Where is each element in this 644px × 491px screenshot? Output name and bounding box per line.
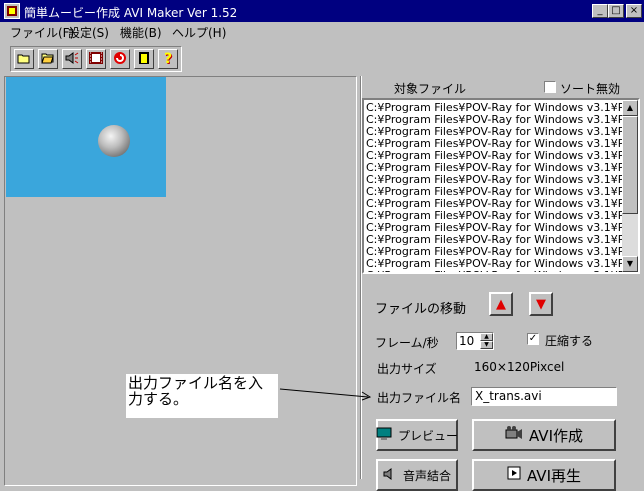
avi-create-button-label: AVI作成 (529, 426, 583, 445)
open-folder-icon (17, 52, 31, 67)
fps-decrement-button[interactable]: ▼ (480, 341, 493, 349)
refresh-icon (113, 51, 127, 68)
menu-settings[interactable]: 設定(S) (68, 24, 109, 41)
exit-button[interactable] (134, 49, 154, 69)
toolbar: ? (10, 46, 182, 72)
fps-increment-button[interactable]: ▲ (480, 333, 493, 341)
play-icon (507, 466, 521, 484)
title-bar[interactable]: 簡単ムービー作成 AVI Maker Ver 1.52 _ □ × (0, 0, 644, 22)
audio-icon (383, 467, 397, 483)
fps-value: 10 (459, 334, 475, 348)
minimize-button[interactable]: _ (592, 4, 608, 18)
move-up-button[interactable]: ▲ (489, 292, 513, 316)
scroll-down-button[interactable]: ▼ (622, 256, 638, 272)
compress-label: 圧縮する (545, 334, 594, 348)
preview-canvas (6, 77, 166, 197)
file-move-label: ファイルの移動 (375, 302, 467, 317)
sound-button[interactable] (62, 49, 82, 69)
scroll-up-button[interactable]: ▲ (622, 100, 638, 116)
file-list-item[interactable]: C:¥Program Files¥POV-Ray for Windows v3.… (366, 270, 637, 273)
open-folder-button[interactable] (14, 49, 34, 69)
film-button[interactable] (86, 49, 106, 69)
menu-file[interactable]: ファイル(F) (10, 24, 74, 41)
output-name-label: 出力ファイル名 (377, 391, 462, 405)
open-multiple-button[interactable] (38, 49, 58, 69)
avi-create-button[interactable]: AVI作成 (472, 419, 616, 451)
menu-bar: ファイル(F) 設定(S) 機能(B) ヘルプ(H) (0, 22, 644, 42)
arrow-up-icon: ▲ (496, 296, 506, 312)
output-size-label: 出力サイズ (377, 362, 437, 376)
menu-function[interactable]: 機能(B) (120, 24, 162, 41)
compress-checkbox[interactable]: ✓ (527, 333, 539, 345)
open-multiple-icon (41, 52, 55, 67)
app-icon (4, 3, 20, 19)
preview-button-label: プレビュー (398, 428, 459, 443)
window-title: 簡単ムービー作成 AVI Maker Ver 1.52 (24, 6, 238, 20)
maximize-button[interactable]: □ (608, 4, 624, 18)
audio-merge-button-label: 音声結合 (402, 468, 451, 483)
audio-merge-button[interactable]: 音声結合 (376, 459, 458, 491)
close-button[interactable]: × (626, 4, 642, 18)
file-list-heading: 対象ファイル (394, 82, 467, 96)
annotation-callout: 出力ファイル名を入力する。 (126, 374, 278, 418)
scroll-thumb[interactable] (622, 116, 638, 214)
output-name-input[interactable]: X_trans.avi (471, 387, 617, 406)
film-icon (89, 51, 103, 67)
refresh-button[interactable] (110, 49, 130, 69)
sort-disable-label: ソート無効 (560, 82, 621, 96)
output-size-value: 160×120Pixcel (474, 360, 565, 374)
arrow-down-icon: ▼ (536, 296, 546, 312)
file-list-scrollbar[interactable]: ▲ ▼ (622, 100, 638, 272)
camera-icon (505, 426, 523, 444)
help-button[interactable]: ? (158, 49, 178, 69)
fps-stepper[interactable]: 10 ▲ ▼ (456, 332, 494, 350)
sort-disable-checkbox[interactable] (544, 81, 556, 93)
sphere-image (98, 125, 130, 157)
fps-label: フレーム/秒 (375, 336, 439, 350)
exit-door-icon (138, 51, 150, 68)
file-listbox[interactable]: C:¥Program Files¥POV-Ray for Windows v3.… (362, 98, 640, 274)
menu-help[interactable]: ヘルプ(H) (172, 24, 226, 41)
monitor-icon (376, 427, 392, 444)
annotation-arrow (279, 388, 372, 401)
move-down-button[interactable]: ▼ (529, 292, 553, 316)
help-icon: ? (163, 51, 173, 67)
avi-play-button[interactable]: AVI再生 (472, 459, 616, 491)
sound-icon (65, 51, 79, 67)
preview-button[interactable]: プレビュー (376, 419, 458, 451)
avi-play-button-label: AVI再生 (527, 466, 581, 485)
